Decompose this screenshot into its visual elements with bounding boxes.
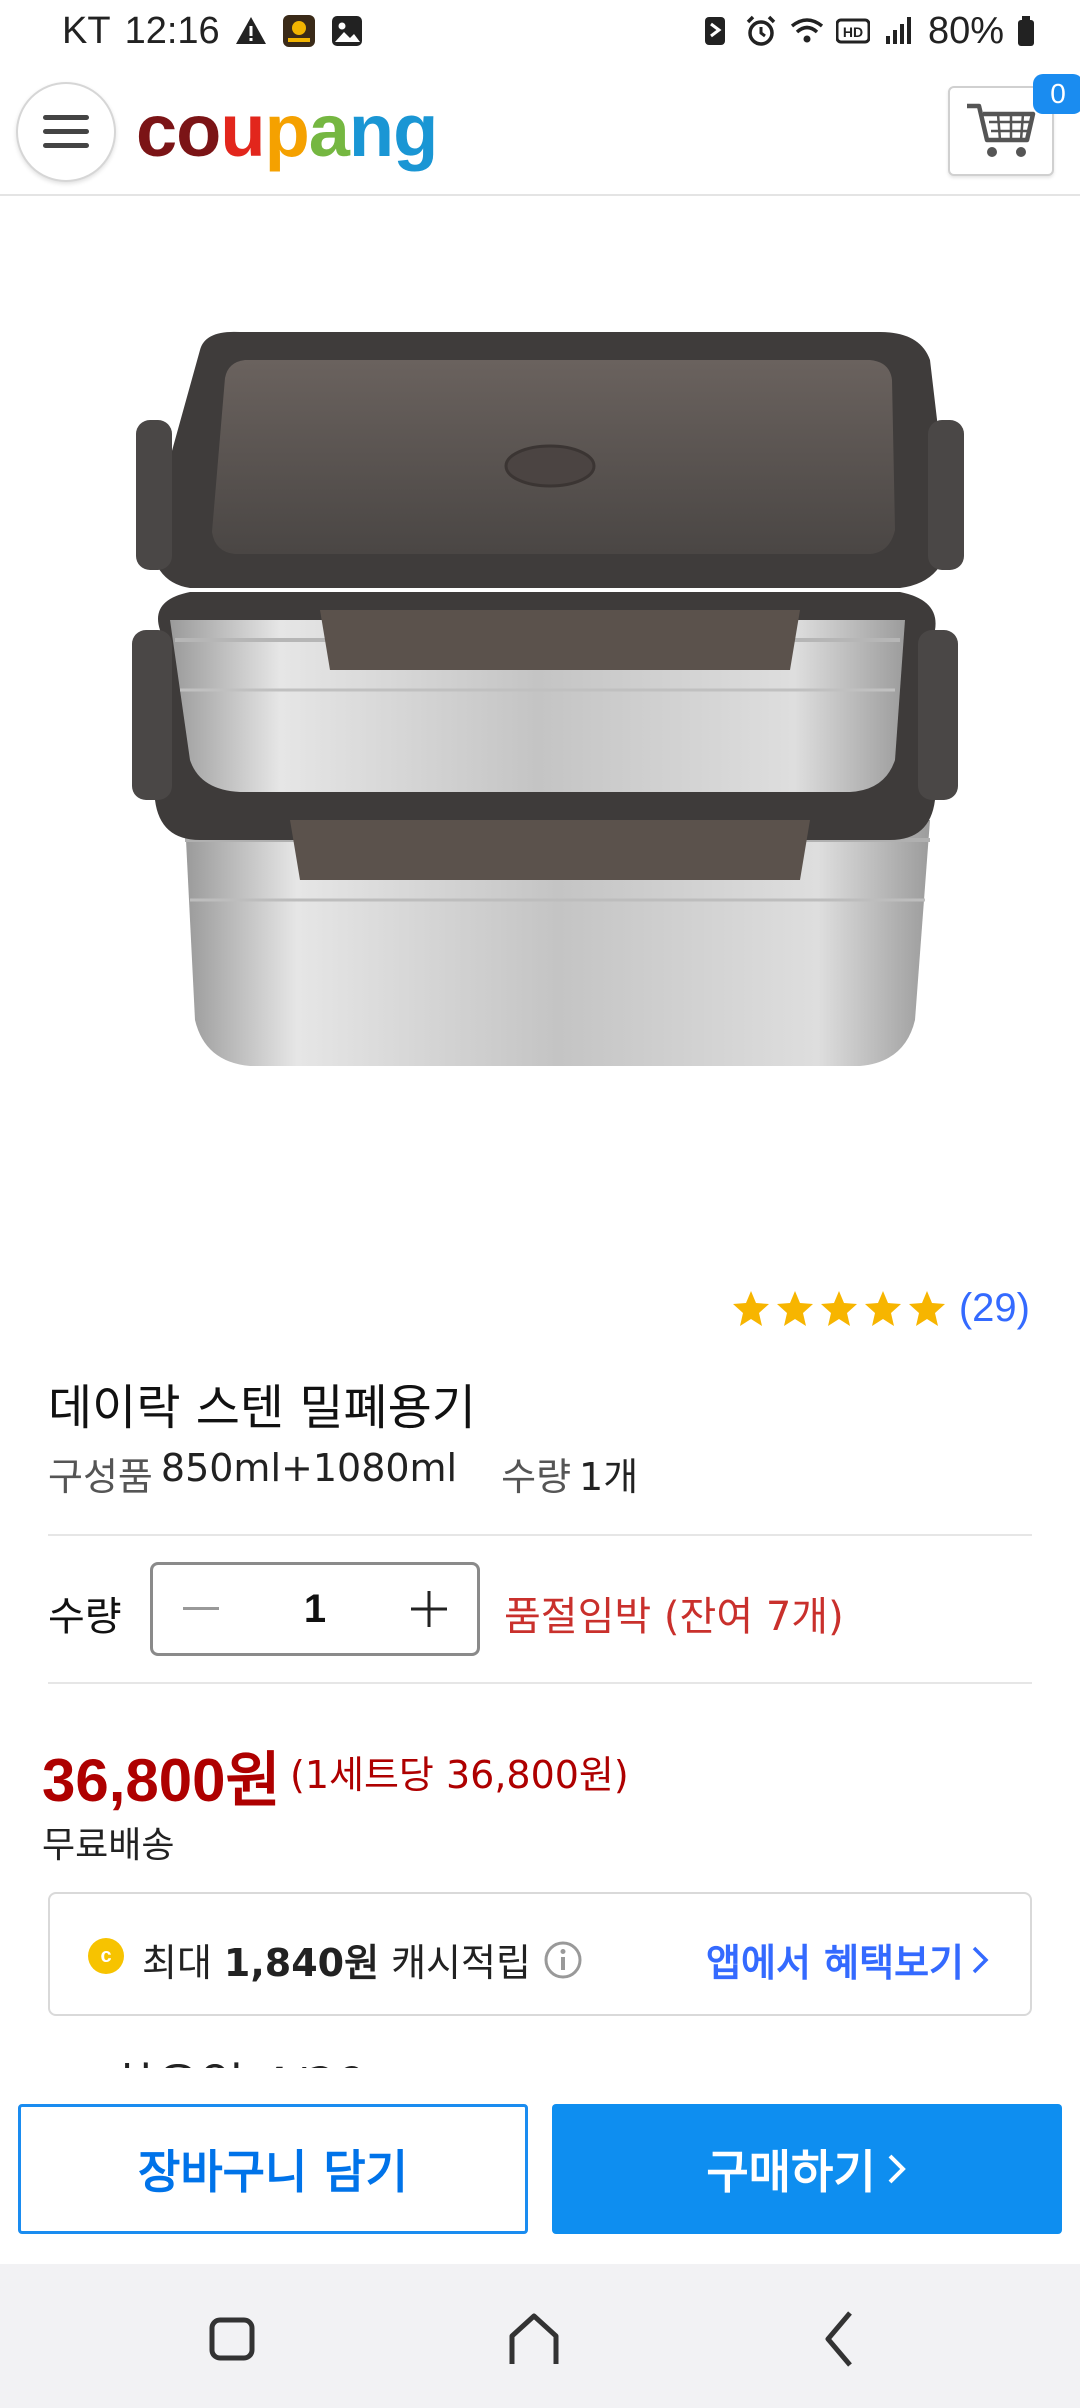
- product-options: 구성품 850ml+1080ml 수량 1개: [48, 1446, 638, 1501]
- quantity-stepper: 1: [150, 1562, 480, 1656]
- quantity-value[interactable]: 1: [249, 1587, 381, 1632]
- increase-button[interactable]: [381, 1565, 477, 1653]
- star-icon: [864, 1290, 901, 1326]
- status-bar: KT 12:16 HD 80%: [0, 0, 1080, 62]
- hd-icon: HD: [835, 18, 870, 44]
- system-navigation-bar: [0, 2264, 1080, 2408]
- chevron-right-icon: [972, 1946, 989, 1973]
- menu-button[interactable]: [16, 82, 116, 182]
- quantity-label: 수량: [48, 1594, 122, 1640]
- star-icon: [732, 1290, 769, 1326]
- star-icon: [776, 1290, 813, 1326]
- divider: [48, 1682, 1032, 1684]
- hamburger-icon: [43, 115, 89, 148]
- recent-apps-button[interactable]: [192, 2304, 272, 2374]
- product-image[interactable]: [0, 200, 1080, 1260]
- minus-icon: [183, 1607, 219, 1610]
- add-to-cart-button[interactable]: 장바구니 담기: [18, 2104, 528, 2234]
- logo-letter: c: [136, 89, 177, 172]
- qty-option-value: 1개: [579, 1455, 639, 1499]
- battery-icon: [1018, 16, 1034, 46]
- back-button[interactable]: [800, 2304, 880, 2374]
- chevron-right-icon: [888, 2154, 906, 2184]
- logo-letter: o: [176, 89, 221, 172]
- option-value: 850ml+1080ml: [160, 1446, 458, 1490]
- home-icon: [509, 2313, 559, 2364]
- svg-text:HD: HD: [843, 24, 863, 40]
- clock: 12:16: [124, 9, 220, 52]
- unit-price: (1세트당 36,800원): [290, 1753, 629, 1797]
- plus-icon: [411, 1591, 447, 1627]
- coin-icon: c: [88, 1938, 124, 1974]
- partially-visible-text: 하우일 4/29: [112, 2046, 368, 2068]
- carrier-label: KT: [62, 9, 111, 52]
- bottom-action-bar: 장바구니 담기 구매하기: [0, 2092, 1080, 2264]
- info-icon[interactable]: [543, 1940, 583, 1980]
- stock-notice: 품절임박 (잔여 7개): [504, 1594, 844, 1640]
- app-icon: [282, 15, 315, 47]
- logo-letter: a: [308, 89, 350, 172]
- cart-count-badge: 0: [1033, 74, 1080, 114]
- logo-letter: n: [348, 89, 394, 172]
- signal-icon: [885, 17, 911, 44]
- top-header: coupang 0: [0, 70, 1080, 196]
- review-count[interactable]: (29): [959, 1286, 1030, 1331]
- coupang-logo[interactable]: coupang: [136, 86, 438, 176]
- cash-prefix: 최대: [142, 1941, 212, 1985]
- logo-letter: g: [393, 89, 438, 172]
- rating-summary[interactable]: (29): [731, 1286, 1030, 1331]
- star-icon: [820, 1290, 857, 1326]
- alarm-icon: [746, 15, 776, 46]
- warning-icon: [235, 17, 266, 44]
- recent-apps-icon: [209, 2317, 255, 2361]
- buy-now-button[interactable]: 구매하기: [552, 2104, 1062, 2234]
- cash-amount: 1,840원: [223, 1941, 380, 1985]
- shipping-info: 무료배송: [42, 1825, 175, 1866]
- home-button[interactable]: [494, 2304, 574, 2374]
- wifi-icon: [790, 18, 824, 43]
- product-title: 데이락 스텐 밀폐용기: [48, 1380, 476, 1436]
- nfc-icon: [704, 17, 725, 45]
- battery-level: 80%: [927, 9, 1004, 52]
- shopping-cart-icon: [967, 103, 1036, 157]
- logo-letter: p: [264, 89, 310, 172]
- buy-now-label: 구매하기: [706, 2145, 876, 2199]
- product-photo: [132, 331, 964, 1066]
- decrease-button[interactable]: [153, 1565, 249, 1653]
- cash-reward-box: c 최대 1,840원 캐시적립 앱에서 혜택보기: [48, 1892, 1032, 2016]
- option-label: 구성품: [48, 1455, 153, 1499]
- back-icon: [825, 2311, 852, 2367]
- view-app-benefits-link[interactable]: 앱에서 혜택보기: [706, 1932, 990, 1987]
- sale-price: 36,800원: [42, 1747, 281, 1814]
- divider: [48, 1534, 1032, 1536]
- gallery-icon: [331, 16, 362, 46]
- star-icon: [908, 1290, 945, 1326]
- logo-letter: u: [220, 89, 265, 172]
- qty-option-label: 수량: [501, 1455, 572, 1499]
- view-app-benefits-label: 앱에서 혜택보기: [706, 1941, 964, 1985]
- cash-suffix: 캐시적립: [391, 1941, 531, 1985]
